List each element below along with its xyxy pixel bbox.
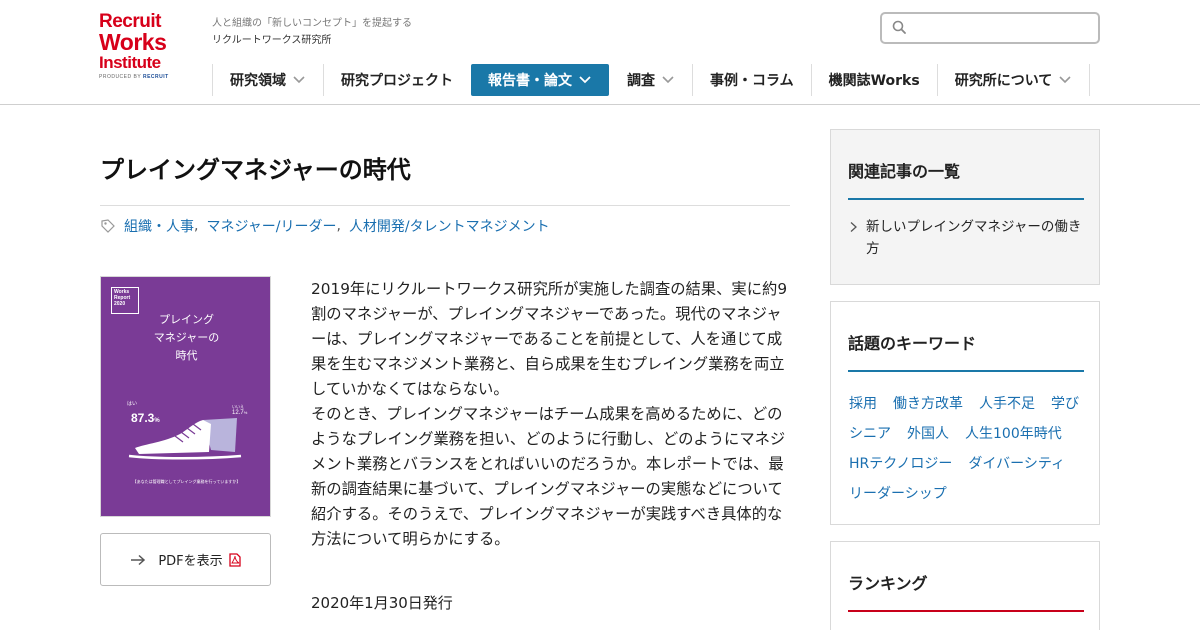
publish-date: 2020年1月30日発行 xyxy=(311,594,453,612)
search-icon xyxy=(892,20,906,34)
keyword-link[interactable]: HRテクノロジー xyxy=(849,453,952,473)
keywords-heading: 話題のキーワード xyxy=(848,334,977,353)
keyword-link[interactable]: 人手不足 xyxy=(979,393,1035,413)
pdf-file-icon xyxy=(229,552,241,567)
related-heading: 関連記事の一覧 xyxy=(848,162,961,181)
keyword-link[interactable]: リーダーシップ xyxy=(849,483,947,503)
tag-link[interactable]: 組織・人事 xyxy=(124,216,194,236)
search-box[interactable] xyxy=(880,12,1100,44)
article-paragraph: 2019年にリクルートワークス研究所が実施した調査の結果、実に約9割のマネジャー… xyxy=(311,280,788,398)
tag-link[interactable]: マネジャー/リーダー xyxy=(206,216,336,236)
tag-icon xyxy=(101,219,115,233)
ranking-heading: ランキング xyxy=(848,574,928,593)
related-article-title: 新しいプレイングマネジャーの働き方 xyxy=(866,219,1082,257)
article-body: 2019年にリクルートワークス研究所が実施した調査の結果、実に約9割のマネジャー… xyxy=(311,277,793,552)
main-nav: 研究領域 研究プロジェクト 報告書・論文 調査 事例・コラム 機関誌Works … xyxy=(212,64,1091,96)
nav-works-magazine[interactable]: 機関誌Works xyxy=(810,64,937,96)
nav-about[interactable]: 研究所について xyxy=(936,64,1091,96)
site-tagline: 人と組織の「新しいコンセプト」を提起する xyxy=(212,18,412,29)
page-title: プレイングマネジャーの時代 xyxy=(100,156,411,184)
chevron-right-icon xyxy=(850,222,857,232)
article-tags: 組織・人事, マネジャー/リーダー, 人材開発/タレントマネジメント xyxy=(100,216,550,236)
keyword-link[interactable]: 採用 xyxy=(849,393,877,413)
title-divider xyxy=(100,205,790,206)
nav-label: 研究所について xyxy=(954,73,1053,89)
cover-title-line: マネジャーの xyxy=(153,331,220,345)
report-cover-image[interactable]: Works Report 2020 プレイング マネジャーの 時代 はい 87.… xyxy=(100,276,271,517)
keyword-row: リーダーシップ xyxy=(849,478,1085,508)
site-header: Recruit Works Institute PRODUCED BY RECR… xyxy=(0,0,1200,105)
heading-underline xyxy=(848,370,1084,372)
chevron-down-icon xyxy=(1059,76,1071,84)
related-articles-panel: 関連記事の一覧 新しいプレイングマネジャーの働き方 xyxy=(830,129,1100,285)
cover-title-line: プレイング xyxy=(159,313,214,326)
arrow-right-icon xyxy=(131,554,146,565)
chevron-down-icon xyxy=(579,76,591,84)
nav-label: 研究領域 xyxy=(230,73,286,89)
keyword-link[interactable]: ダイバーシティ xyxy=(968,453,1065,473)
nav-research-projects[interactable]: 研究プロジェクト xyxy=(323,64,470,96)
tag-link[interactable]: 人材開発/タレントマネジメント xyxy=(349,216,550,236)
search-input[interactable] xyxy=(912,17,1092,39)
cover-title: プレイング マネジャーの 時代 xyxy=(101,311,270,365)
cover-title-line: 時代 xyxy=(175,349,198,363)
nav-label: 調査 xyxy=(627,73,655,89)
nav-surveys[interactable]: 調査 xyxy=(610,64,692,96)
keyword-row: シニア 外国人 人生100年時代 xyxy=(849,418,1085,448)
keyword-link[interactable]: 人生100年時代 xyxy=(965,423,1062,443)
logo-line-2: Works xyxy=(99,29,167,55)
keywords-panel: 話題のキーワード 採用 働き方改革 人手不足 学び シニア 外国人 人生100年… xyxy=(830,301,1100,525)
heading-underline xyxy=(848,610,1084,612)
pdf-button-label: PDFを表示 xyxy=(158,554,223,569)
tag-separator: , xyxy=(194,218,199,234)
keyword-link[interactable]: 働き方改革 xyxy=(893,393,963,413)
ranking-panel: ランキング xyxy=(830,541,1100,630)
badge-line: 2020 xyxy=(114,300,126,307)
cover-no-value: いいえ 12.7% xyxy=(232,404,248,416)
pdf-view-button[interactable]: PDFを表示 xyxy=(100,533,271,586)
chevron-down-icon xyxy=(293,76,305,84)
produced-by: PRODUCED BY RECRUIT xyxy=(99,74,169,80)
keyword-link[interactable]: シニア xyxy=(849,423,891,443)
article-paragraph: そのとき、プレイングマネジャーはチーム成果を高めるために、どのようなプレイング業… xyxy=(311,405,786,548)
keyword-list: 採用 働き方改革 人手不足 学び シニア 外国人 人生100年時代 HRテクノロ… xyxy=(849,388,1085,508)
nav-label: 機関誌Works xyxy=(828,73,920,89)
logo-line-3: Institute xyxy=(99,53,161,72)
nav-cases-columns[interactable]: 事例・コラム xyxy=(692,64,811,96)
nav-label: 事例・コラム xyxy=(710,73,794,89)
keyword-link[interactable]: 学び xyxy=(1051,393,1079,413)
keyword-row: HRテクノロジー ダイバーシティ xyxy=(849,448,1085,478)
nav-label: 研究プロジェクト xyxy=(341,73,453,89)
site-name: リクルートワークス研究所 xyxy=(212,35,332,46)
site-logo[interactable]: Recruit Works Institute PRODUCED BY RECR… xyxy=(99,12,179,80)
works-report-badge: Works Report 2020 xyxy=(111,287,139,314)
keyword-row: 採用 働き方改革 人手不足 学び xyxy=(849,388,1085,418)
nav-research-areas[interactable]: 研究領域 xyxy=(212,64,323,96)
chevron-down-icon xyxy=(662,76,674,84)
cover-yes-label: はい xyxy=(127,401,138,407)
nav-label: 報告書・論文 xyxy=(488,73,572,89)
cover-footer: 【あなたは管理職としてプレイング業務を行っていますか】 xyxy=(132,479,241,484)
heading-underline xyxy=(848,198,1084,200)
cover-yes-value: 87.3% xyxy=(131,411,160,425)
nav-reports[interactable]: 報告書・論文 xyxy=(471,64,609,96)
tag-separator: , xyxy=(336,218,341,234)
keyword-link[interactable]: 外国人 xyxy=(907,423,949,443)
related-article-link[interactable]: 新しいプレイングマネジャーの働き方 xyxy=(848,216,1084,260)
